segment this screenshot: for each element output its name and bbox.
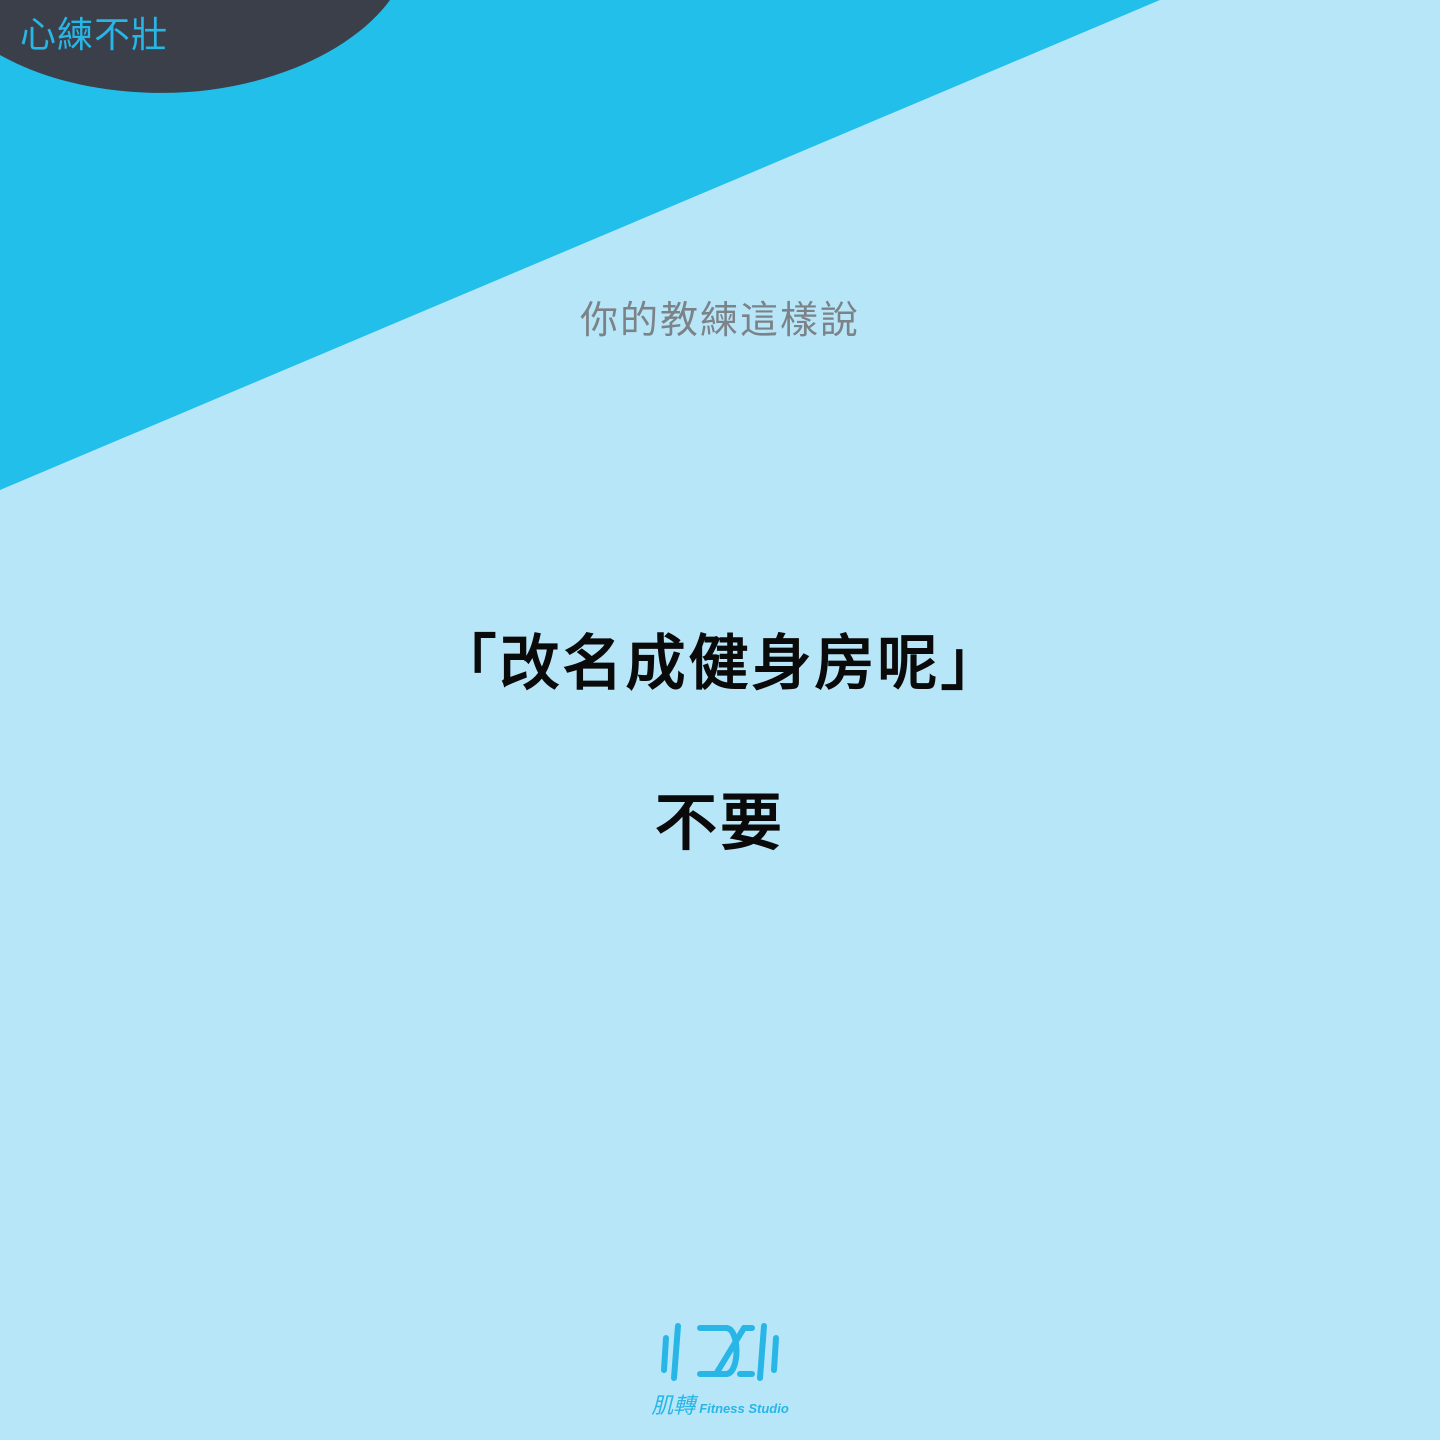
logo-english: Fitness Studio [699,1401,789,1416]
answer-text: 不要 [654,786,785,859]
logo-chinese: 肌轉 [651,1394,696,1419]
studio-logo: 肌轉 Fitness Studio [620,1318,820,1422]
subtitle: 你的教練這樣說 [579,298,860,342]
logo-text: 肌轉 Fitness Studio [620,1388,820,1420]
dumbbell-logo-icon [661,1323,779,1381]
background-shapes [0,0,1160,490]
quote-text: 「改名成健身房呢」 [436,629,1004,699]
corner-tag: 心練不壯 [20,15,169,56]
